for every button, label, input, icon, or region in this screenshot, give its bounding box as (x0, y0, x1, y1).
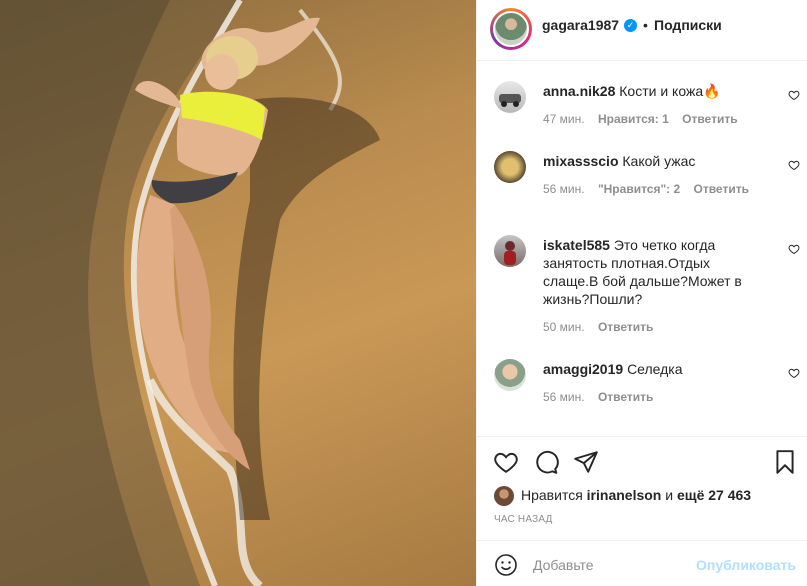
author-username[interactable]: gagara1987 (542, 17, 619, 33)
comment-time[interactable]: 50 мин. (543, 320, 585, 334)
comment-meta: 56 мин. Ответить (543, 390, 663, 404)
comment-avatar[interactable] (494, 81, 526, 113)
comment-like-heart-icon[interactable] (788, 159, 800, 171)
comment-input[interactable]: Добавьте (533, 557, 594, 573)
comment-username[interactable]: mixassscio (543, 153, 619, 169)
post-timestamp[interactable]: ЧАС НАЗАД (494, 514, 553, 525)
post-side-panel: gagara1987 ✓ • Подписки anna.nik28 Кости… (476, 0, 807, 586)
comment-item: mixassscio Какой ужас 56 мин. "Нравится"… (477, 148, 807, 228)
comment-time[interactable]: 56 мин. (543, 182, 585, 196)
comment-reply-button[interactable]: Ответить (598, 390, 653, 404)
comment-likes[interactable]: Нравится: 1 (598, 112, 669, 126)
likes-and: и (661, 487, 677, 503)
comment-body: Кости и кожа🔥 (619, 83, 721, 99)
save-bookmark-icon[interactable] (772, 449, 798, 475)
comments-list[interactable]: anna.nik28 Кости и кожа🔥 47 мин. Нравитс… (477, 62, 807, 432)
comment-time[interactable]: 56 мин. (543, 390, 585, 404)
comment-time[interactable]: 47 мин. (543, 112, 585, 126)
comment-body: Какой ужас (622, 153, 696, 169)
car-avatar-image (499, 94, 521, 107)
comment-likes[interactable]: "Нравится": 2 (598, 182, 680, 196)
comment-body: Селедка (627, 361, 683, 377)
comment-username[interactable]: amaggi2019 (543, 361, 623, 377)
comment-item: amaggi2019 Селедка 56 мин. Ответить (477, 356, 807, 426)
likes-count[interactable]: ещё 27 463 (677, 487, 751, 503)
post-photo-illustration (0, 0, 380, 586)
comment-item: iskatel585 Это четко когда занятость пло… (477, 232, 807, 352)
comment-item: anna.nik28 Кости и кожа🔥 47 мин. Нравитс… (477, 78, 807, 148)
comment-reply-button[interactable]: Ответить (682, 112, 737, 126)
following-button[interactable]: Подписки (654, 17, 722, 33)
author-avatar-ring[interactable] (490, 8, 532, 50)
author-avatar[interactable] (493, 11, 529, 47)
comment-text: iskatel585 Это четко когда занятость пло… (543, 236, 758, 308)
comment-composer: Добавьте Опубликовать (477, 540, 807, 586)
share-paper-plane-icon[interactable] (573, 449, 599, 475)
comment-meta: 47 мин. Нравится: 1 Ответить (543, 112, 748, 126)
comment-like-heart-icon[interactable] (788, 367, 800, 379)
liker-avatar[interactable] (494, 486, 514, 506)
comment-meta: 50 мин. Ответить (543, 320, 663, 334)
separator-dot: • (643, 17, 648, 33)
verified-badge-icon: ✓ (624, 19, 637, 32)
liker-username[interactable]: irinanelson (587, 487, 662, 503)
comment-like-heart-icon[interactable] (788, 243, 800, 255)
likes-prefix: Нравится (521, 487, 583, 503)
comment-meta: 56 мин. "Нравится": 2 Ответить (543, 182, 759, 196)
comment-reply-button[interactable]: Ответить (598, 320, 653, 334)
comment-avatar[interactable] (494, 151, 526, 183)
emoji-icon[interactable] (494, 553, 518, 577)
comment-avatar[interactable] (494, 235, 526, 267)
person-avatar-image (504, 241, 516, 265)
post-photo[interactable] (0, 0, 476, 586)
comment-like-heart-icon[interactable] (788, 89, 800, 101)
like-heart-icon[interactable] (493, 449, 519, 475)
comment-text: anna.nik28 Кости и кожа🔥 (543, 82, 758, 100)
comment-text: mixassscio Какой ужас (543, 152, 758, 170)
comment-reply-button[interactable]: Ответить (694, 182, 749, 196)
comment-bubble-icon[interactable] (533, 449, 559, 475)
comment-text: amaggi2019 Селедка (543, 360, 758, 378)
publish-button[interactable]: Опубликовать (696, 557, 796, 573)
post-header: gagara1987 ✓ • Подписки (477, 0, 807, 61)
comment-avatar[interactable] (494, 359, 526, 391)
comment-username[interactable]: anna.nik28 (543, 83, 615, 99)
comment-username[interactable]: iskatel585 (543, 237, 610, 253)
